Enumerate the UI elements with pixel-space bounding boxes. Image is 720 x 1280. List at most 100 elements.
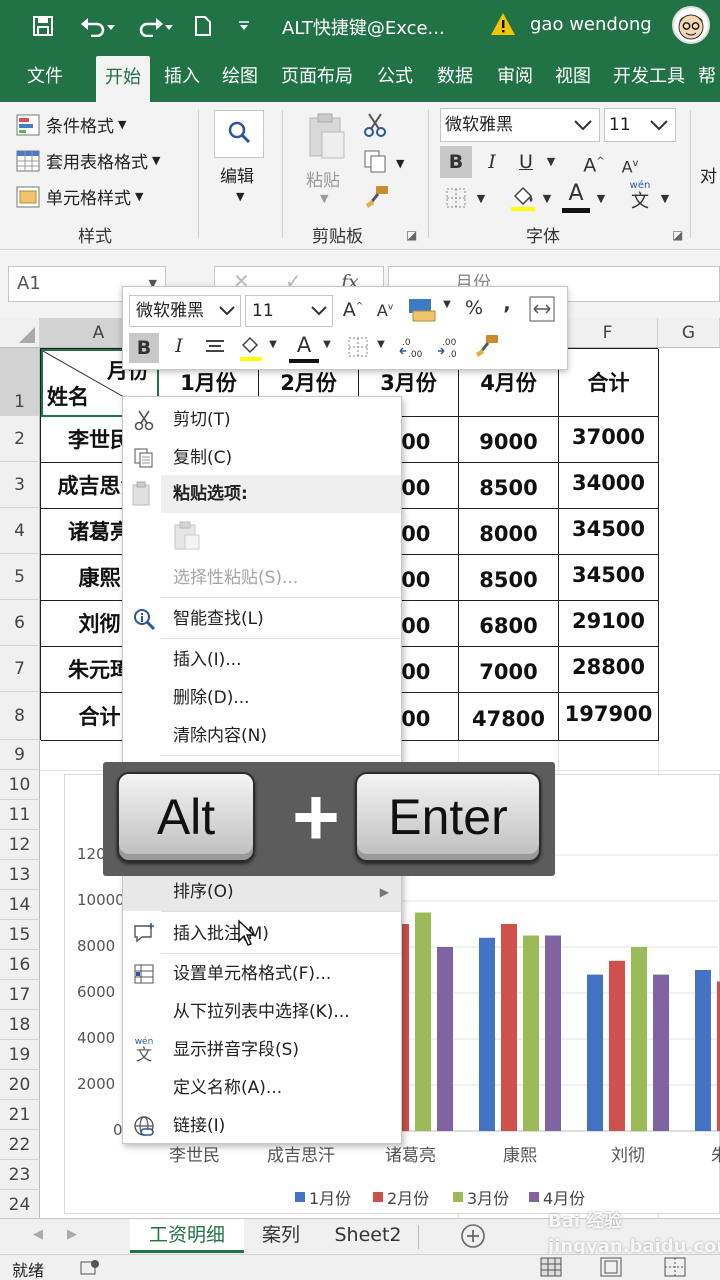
header-cell[interactable]: 合计	[559, 349, 659, 417]
tab-help[interactable]: 帮	[698, 52, 720, 102]
column-header-g[interactable]: G	[658, 318, 720, 348]
chart-bar[interactable]	[545, 935, 561, 1132]
chart-bar[interactable]	[653, 974, 669, 1131]
font-size-combo[interactable]: 11	[604, 108, 676, 142]
row-header-9[interactable]: 9	[0, 740, 40, 770]
chart-bar[interactable]	[479, 937, 495, 1131]
row-header-15[interactable]: 15	[0, 920, 40, 950]
percent-button[interactable]: %	[461, 297, 487, 319]
avatar[interactable]	[672, 6, 710, 44]
menu-item-format-cells[interactable]: 设置单元格格式(F)...	[123, 955, 401, 993]
save-icon[interactable]	[26, 0, 60, 52]
menu-item-link[interactable]: 链接(I)	[123, 1107, 401, 1145]
menu-item-define-name[interactable]: 定义名称(A)...	[123, 1069, 401, 1107]
align-center-icon[interactable]	[201, 335, 229, 364]
chart-bar[interactable]	[501, 924, 517, 1131]
table-cell[interactable]: 34500	[559, 509, 659, 555]
mini-border-icon[interactable]	[345, 335, 371, 364]
row-header-23[interactable]: 23	[0, 1160, 40, 1190]
row-header-24[interactable]: 24	[0, 1190, 40, 1218]
paste-label[interactable]: 粘贴	[306, 166, 340, 191]
mini-bold-button[interactable]: B	[129, 333, 159, 363]
conditional-format-button[interactable]: 条件格式 ▼	[16, 112, 126, 137]
menu-item-pick-from-list[interactable]: 从下拉列表中选择(K)...	[123, 993, 401, 1031]
mini-font-color-icon[interactable]: A	[289, 331, 319, 365]
add-sheet-icon[interactable]	[458, 1219, 488, 1253]
tab-home[interactable]: 开始	[96, 56, 150, 102]
undo-icon[interactable]	[72, 0, 122, 52]
underline-button[interactable]: U	[512, 146, 540, 178]
table-cell[interactable]: 8000	[459, 509, 559, 555]
row-header-14[interactable]: 14	[0, 890, 40, 920]
alignment-group-label[interactable]: 对	[700, 162, 720, 187]
dialog-launcher-icon[interactable]: ◪	[672, 228, 683, 242]
chart-bar[interactable]	[631, 947, 647, 1131]
chevron-down-icon[interactable]: ▼	[236, 190, 244, 203]
table-cell[interactable]: 7000	[459, 647, 559, 693]
table-cell[interactable]: 34500	[559, 555, 659, 601]
table-cell[interactable]: 29100	[559, 601, 659, 647]
row-header-18[interactable]: 18	[0, 1010, 40, 1040]
row-header-11[interactable]: 11	[0, 800, 40, 830]
chevron-down-icon[interactable]: ▼	[544, 146, 558, 178]
mini-size-combo[interactable]: 11	[245, 295, 333, 327]
table-cell[interactable]: 34000	[559, 463, 659, 509]
tab-draw[interactable]: 绘图	[214, 52, 266, 102]
menu-item-cut[interactable]: 剪切(T)	[123, 401, 401, 439]
tab-view[interactable]: 视图	[546, 52, 600, 102]
row-header-4[interactable]: 4	[0, 508, 40, 554]
row-header-20[interactable]: 20	[0, 1070, 40, 1100]
page-layout-view-icon[interactable]	[600, 1257, 622, 1280]
row-header-19[interactable]: 19	[0, 1040, 40, 1070]
chart-bar[interactable]	[437, 947, 453, 1131]
chevron-down-icon[interactable]: ▼	[320, 192, 328, 205]
sheet-tab-salary[interactable]: 工资明细	[130, 1219, 244, 1253]
accounting-format-icon[interactable]	[405, 295, 439, 325]
menu-item-show-phonetic[interactable]: wén 文 显示拼音字段(S)	[123, 1031, 401, 1069]
table-cell[interactable]: 47800	[459, 693, 559, 741]
chart-bar[interactable]	[523, 935, 539, 1132]
customize-icon[interactable]	[232, 0, 256, 52]
wrap-format-icon[interactable]	[527, 295, 557, 325]
scroll-right-icon[interactable]: ▶	[60, 1219, 84, 1253]
font-name-combo[interactable]: 微软雅黑	[440, 108, 600, 142]
chevron-down-icon[interactable]: ▼	[267, 339, 279, 350]
bold-button[interactable]: B	[440, 146, 472, 178]
tab-developer[interactable]: 开发工具	[604, 52, 694, 102]
column-header-f[interactable]: F	[558, 318, 658, 348]
tab-review[interactable]: 审阅	[488, 52, 542, 102]
tab-data[interactable]: 数据	[428, 52, 482, 102]
row-header-10[interactable]: 10	[0, 770, 40, 800]
row-header-8[interactable]: 8	[0, 692, 40, 740]
redo-icon[interactable]	[130, 0, 180, 52]
row-header-5[interactable]: 5	[0, 554, 40, 600]
user-name[interactable]: gao wendong	[530, 14, 652, 35]
table-cell[interactable]: 9000	[459, 417, 559, 463]
comma-button[interactable]: ,	[497, 293, 517, 315]
chevron-down-icon[interactable]: ▼	[540, 192, 554, 205]
table-cell[interactable]: 37000	[559, 417, 659, 463]
page-break-view-icon[interactable]	[664, 1257, 686, 1280]
cut-button[interactable]	[362, 112, 388, 143]
shrink-font-button[interactable]: Av	[616, 150, 644, 181]
row-header-22[interactable]: 22	[0, 1130, 40, 1160]
increase-decimal-icon[interactable]: .0.00	[397, 335, 427, 366]
mini-font-combo[interactable]: 微软雅黑	[129, 295, 241, 327]
scroll-left-icon[interactable]: ◀	[26, 1219, 50, 1253]
paste-button[interactable]	[306, 112, 346, 165]
row-header-2[interactable]: 2	[0, 416, 40, 462]
sheet-tab-sheet2[interactable]: Sheet2	[322, 1219, 414, 1253]
copy-button[interactable]: ▼	[362, 148, 404, 179]
table-cell[interactable]: 8500	[459, 463, 559, 509]
chevron-down-icon[interactable]: ▼	[321, 339, 333, 350]
dialog-launcher-icon[interactable]: ◪	[406, 228, 417, 242]
chart-bar[interactable]	[587, 974, 603, 1131]
phonetic-button[interactable]: wén 文	[624, 180, 656, 214]
menu-item-insert-comment[interactable]: 插入批注(M)	[123, 915, 401, 953]
italic-button[interactable]: I	[478, 146, 506, 178]
row-header-12[interactable]: 12	[0, 830, 40, 860]
format-painter-button[interactable]	[364, 184, 390, 215]
tab-page-layout[interactable]: 页面布局	[272, 52, 362, 102]
menu-item-insert[interactable]: 插入(I)...	[123, 641, 401, 679]
menu-item-sort[interactable]: 排序(O) ▶	[123, 873, 401, 911]
